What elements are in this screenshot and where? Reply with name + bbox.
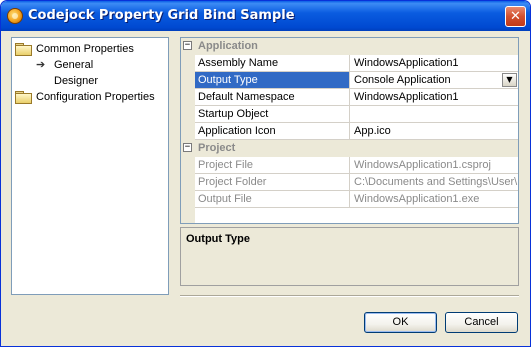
property-name: Output Type: [195, 72, 350, 88]
cancel-button[interactable]: Cancel: [445, 312, 518, 333]
folder-icon: [15, 43, 32, 56]
property-name: Project File: [195, 157, 350, 173]
property-row-project-file[interactable]: Project File WindowsApplication1.csproj: [195, 157, 518, 174]
app-icon: [7, 8, 23, 24]
property-row-output-type[interactable]: Output Type Console Application ▼: [195, 72, 518, 89]
separator: [180, 295, 519, 297]
folder-icon: [15, 91, 32, 104]
category-label: Application: [198, 40, 258, 52]
property-value-combo[interactable]: Console Application: [351, 72, 518, 88]
property-value: WindowsApplication1.csproj: [354, 159, 491, 171]
property-name: Application Icon: [195, 123, 350, 139]
category-label: Project: [198, 142, 236, 154]
property-value[interactable]: WindowsApplication1: [351, 89, 518, 105]
property-row-project-folder[interactable]: Project Folder C:\Documents and Settings…: [195, 174, 518, 191]
category-application[interactable]: − Application: [181, 38, 518, 55]
collapse-icon[interactable]: −: [183, 41, 192, 50]
property-name: Project Folder: [195, 174, 350, 190]
ok-button[interactable]: OK: [364, 312, 437, 333]
window-title: Codejock Property Grid Bind Sample: [28, 8, 295, 23]
property-row-assembly-name[interactable]: Assembly Name WindowsApplication1: [195, 55, 518, 72]
property-value: WindowsApplication1.exe: [354, 193, 480, 205]
category-tree[interactable]: Common Properties ➔ General Designer Con…: [11, 37, 169, 295]
property-value[interactable]: WindowsApplication1: [351, 55, 518, 71]
property-row-output-file[interactable]: Output File WindowsApplication1.exe: [195, 191, 518, 208]
property-name: Default Namespace: [195, 89, 350, 105]
tree-item-label: Common Properties: [36, 43, 134, 55]
arrow-right-icon: ➔: [36, 59, 46, 71]
dialog-window: Codejock Property Grid Bind Sample ✕ Com…: [0, 0, 531, 347]
close-button[interactable]: ✕: [505, 6, 526, 27]
property-name: Output File: [195, 191, 350, 207]
help-title: Output Type: [186, 233, 250, 245]
property-value: C:\Documents and Settings\User\M: [354, 176, 518, 188]
property-grid[interactable]: − Application Assembly Name WindowsAppli…: [180, 37, 519, 224]
title-bar[interactable]: Codejock Property Grid Bind Sample ✕: [1, 1, 530, 31]
property-row-startup-object[interactable]: Startup Object: [195, 106, 518, 123]
help-panel: Output Type: [180, 227, 519, 286]
category-project[interactable]: − Project: [181, 140, 518, 157]
grid-margin: [181, 38, 195, 223]
property-value[interactable]: [351, 106, 518, 122]
property-value[interactable]: App.ico: [351, 123, 518, 139]
tree-item-label: General: [54, 59, 94, 71]
property-name: Startup Object: [195, 106, 350, 122]
property-name: Assembly Name: [195, 55, 350, 71]
property-row-default-namespace[interactable]: Default Namespace WindowsApplication1: [195, 89, 518, 106]
collapse-icon[interactable]: −: [183, 143, 192, 152]
dropdown-arrow-icon[interactable]: ▼: [502, 73, 517, 87]
property-row-application-icon[interactable]: Application Icon App.ico: [195, 123, 518, 140]
tree-item-label: Designer: [54, 75, 99, 87]
tree-item-label: Configuration Properties: [36, 91, 155, 103]
